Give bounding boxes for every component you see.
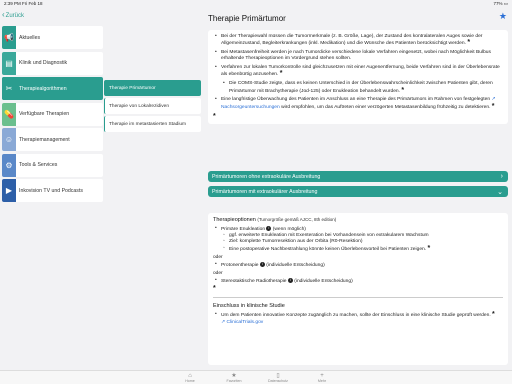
tab-label: Home — [185, 379, 195, 383]
main-content: Therapie Primärtumor ★ Bei der Therapiew… — [205, 8, 510, 370]
list-item: Die COMS-Studie zeigte, dass es keinen U… — [213, 81, 503, 95]
info-icon[interactable]: i — [287, 278, 293, 284]
sidebar-item-therapien[interactable]: 💊 Verfügbare Therapien — [2, 102, 103, 126]
sidebar-item-label: Therapiealgorithmen — [19, 85, 67, 92]
accordion-ohne-ausbreitung[interactable]: Primärtumoren ohne extraokuläre Ausbreit… — [208, 171, 508, 182]
list-item: Bei der Therapiewahl müssen die Tumormer… — [213, 34, 503, 48]
options-heading: Therapieoptionen (Tumorgröße gemäß AJCC,… — [213, 217, 337, 223]
list-item: Eine postoperative Nachbestrahlung könnt… — [213, 244, 503, 253]
asterisk-icon: * — [427, 244, 431, 252]
status-bar: 2:39 PM Fri Feb 18 77% ▭ — [0, 0, 512, 8]
megaphone-icon: 📢 — [2, 26, 16, 49]
tab-favoriten[interactable]: ★ Favoriten — [222, 371, 246, 384]
pill-icon: 💊 — [2, 102, 16, 126]
subnav: Therapie Primärtumor Therapie von Lokalr… — [104, 80, 201, 134]
list-item: Stereotaktische Radiotherapie i (individ… — [213, 278, 503, 285]
accordion-label: Primärtumoren ohne extraokuläre Ausbreit… — [212, 173, 321, 180]
sidebar-item-label: Tools & Services — [19, 162, 58, 168]
sidebar-item-tools[interactable]: ⚙ Tools & Services — [2, 153, 103, 177]
or-label: oder — [213, 254, 223, 260]
tab-mehr[interactable]: + Mehr — [310, 371, 334, 384]
chevron-down-icon: ⌄ — [497, 188, 503, 196]
asterisk-icon: * — [492, 311, 495, 319]
list-item: Eine langfristige Überwachung des Patien… — [213, 97, 503, 111]
sidebar-item-label: Inkovision TV und Podcasts — [19, 187, 83, 194]
sidebar-item-management[interactable]: ☺ Therapiemanagement — [2, 128, 103, 151]
tab-label: Mehr — [317, 379, 327, 383]
tab-datenschutz[interactable]: ▯ Datenschutz — [266, 371, 290, 384]
sidebar-item-aktuelles[interactable]: 📢 Aktuelles — [2, 26, 103, 49]
tab-bar: ⌂ Home ★ Favoriten ▯ Datenschutz + Mehr — [0, 370, 512, 384]
info-icon[interactable]: i — [266, 226, 272, 231]
subnav-item-metastasiert[interactable]: Therapie im metastasierten Stadium — [104, 116, 201, 132]
page-title: Therapie Primärtumor — [208, 14, 286, 23]
asterisk-icon: * — [401, 86, 405, 94]
asterisk-icon: * — [213, 113, 216, 121]
sidebar-item-tv[interactable]: ▶ Inkovision TV und Podcasts — [2, 179, 103, 202]
doctor-icon: ☺ — [2, 128, 16, 151]
chevron-right-icon: › — [500, 173, 503, 180]
subnav-item-primaertumor[interactable]: Therapie Primärtumor — [104, 80, 201, 96]
accordion-label: Primärtumoren mit extraokulärer Ausbreit… — [212, 188, 318, 195]
clinicaltrials-link[interactable]: ↗ ClinicalTrials.gov — [213, 319, 503, 325]
back-button[interactable]: ‹Zurück — [2, 10, 25, 20]
tab-label: Favoriten — [226, 379, 242, 383]
asterisk-icon: * — [467, 39, 471, 47]
sidebar-item-label: Klinik und Diagnostik — [19, 60, 68, 66]
or-label: oder — [213, 271, 223, 277]
divider — [213, 297, 503, 299]
back-label: Zurück — [5, 13, 25, 19]
subnav-item-lokalrezidive[interactable]: Therapie von Lokalrezidiven — [104, 98, 201, 114]
info-icon[interactable]: i — [259, 261, 265, 267]
sidebar-item-label: Therapiemanagement — [19, 136, 70, 143]
tab-label: Datenschutz — [268, 379, 288, 383]
sidebar-item-klinik[interactable]: ▤ Klinik und Diagnostik — [2, 51, 103, 75]
sidebar: 📢 Aktuelles ▤ Klinik und Diagnostik ✂ Thera… — [2, 26, 103, 205]
star-icon[interactable]: ★ — [499, 11, 507, 22]
status-time: 2:39 PM Fri Feb 18 — [4, 1, 43, 6]
list-item: Protonentherapie i (individuelle Entsche… — [213, 261, 503, 269]
options-card: Therapieoptionen (Tumorgröße gemäß AJCC,… — [208, 213, 508, 365]
play-icon: ▶ — [2, 179, 16, 202]
asterisk-icon: * — [279, 70, 283, 78]
list-item: Um dem Patienten innovative Konzepte zug… — [213, 311, 503, 319]
sidebar-item-label: Aktuelles — [19, 34, 41, 41]
asterisk-icon: * — [491, 102, 495, 110]
intro-card: Bei der Therapiewahl müssen die Tumormer… — [208, 30, 508, 125]
asterisk-icon: * — [213, 285, 216, 293]
list-item: Bei Metastasenfreiheit werden je nach Tu… — [213, 50, 503, 63]
scissors-icon: ✂ — [2, 77, 16, 100]
chevron-left-icon: ‹ — [2, 10, 5, 19]
sidebar-item-label: Verfügbare Therapien — [19, 111, 70, 117]
sidebar-item-therapiealgorithmen[interactable]: ✂ Therapiealgorithmen — [2, 77, 103, 100]
tab-home[interactable]: ⌂ Home — [178, 371, 202, 384]
accordion-mit-ausbreitung[interactable]: Primärtumoren mit extraokulärer Ausbreit… — [208, 186, 508, 197]
study-heading: Einschluss in klinische Studie — [213, 303, 285, 310]
list-item: Verfahren zur lokalen Tumorkontrolle sin… — [213, 65, 503, 79]
gear-icon: ⚙ — [2, 153, 16, 177]
status-battery: 77% ▭ — [493, 1, 508, 6]
clipboard-icon: ▤ — [2, 51, 16, 75]
